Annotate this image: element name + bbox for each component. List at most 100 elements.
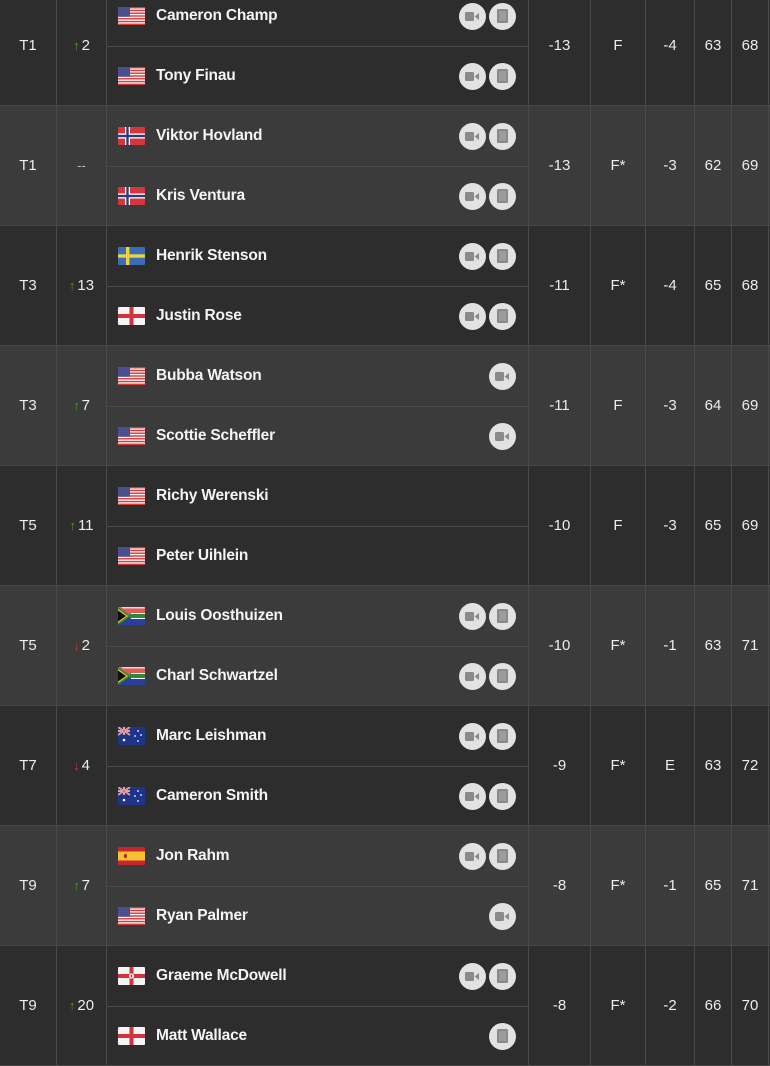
movement: ↑ 7: [57, 346, 107, 465]
player-row[interactable]: Kris Ventura: [107, 166, 528, 225]
player-row[interactable]: Peter Uihlein: [107, 526, 528, 585]
video-icon: [495, 371, 510, 382]
thru: F: [591, 346, 646, 465]
watch-video-button[interactable]: [459, 662, 486, 690]
player-row[interactable]: Louis Oosthuizen: [107, 586, 528, 646]
player-name[interactable]: Louis Oosthuizen: [156, 607, 459, 625]
watch-video-button[interactable]: [459, 122, 486, 150]
player-row[interactable]: Matt Wallace: [107, 1006, 528, 1065]
player-name[interactable]: Matt Wallace: [156, 1027, 489, 1045]
watch-video-button[interactable]: [489, 902, 516, 930]
scorecard-button[interactable]: [489, 842, 516, 870]
player-name[interactable]: Scottie Scheffler: [156, 427, 489, 445]
team-row[interactable]: T1 -- Viktor Hovland Kris Ventura -13 F* …: [0, 106, 770, 226]
player-name[interactable]: Marc Leishman: [156, 727, 459, 745]
watch-video-button[interactable]: [459, 302, 486, 330]
scorecard-button[interactable]: [489, 662, 516, 690]
player-row[interactable]: Cameron Smith: [107, 766, 528, 825]
watch-video-button[interactable]: [459, 62, 486, 90]
today-text: -3: [663, 157, 677, 174]
round-2-score: 72: [732, 706, 769, 825]
player-row[interactable]: Henrik Stenson: [107, 226, 528, 286]
movement-indicator: --: [77, 158, 86, 173]
player-name[interactable]: Henrik Stenson: [156, 247, 459, 265]
watch-video-button[interactable]: [459, 842, 486, 870]
scorecard-button[interactable]: [489, 122, 516, 150]
position: T5: [0, 586, 57, 705]
scorecard-button[interactable]: [489, 1022, 516, 1050]
scorecard-button[interactable]: [489, 782, 516, 810]
player-row[interactable]: Graeme McDowell: [107, 946, 528, 1006]
player-name[interactable]: Cameron Champ: [156, 7, 459, 25]
player-name[interactable]: Cameron Smith: [156, 787, 459, 805]
player-row[interactable]: Marc Leishman: [107, 706, 528, 766]
usa-flag-icon: [118, 907, 145, 925]
position-text: T7: [19, 757, 37, 774]
watch-video-button[interactable]: [459, 242, 486, 270]
team-row[interactable]: T9 ↑ 7 Jon Rahm Ryan Palmer -8 F* -1 65 71: [0, 826, 770, 946]
team-row[interactable]: T3 ↑ 13 Henrik Stenson Justin Rose -11 F* …: [0, 226, 770, 346]
player-name[interactable]: Viktor Hovland: [156, 127, 459, 145]
movement-value: 11: [77, 517, 94, 534]
watch-video-button[interactable]: [459, 602, 486, 630]
usa-flag-icon: [118, 367, 145, 385]
scorecard-button[interactable]: [489, 962, 516, 990]
today-score: E: [646, 706, 695, 825]
player-row[interactable]: Richy Werenski: [107, 466, 528, 526]
team-row[interactable]: T9 ↑ 20 Graeme McDowell Matt Wallace -8 F*…: [0, 946, 770, 1066]
player-row[interactable]: Tony Finau: [107, 46, 528, 105]
watch-video-button[interactable]: [459, 182, 486, 210]
round-1-score: 65: [695, 226, 732, 345]
player-name[interactable]: Charl Schwartzel: [156, 667, 459, 685]
player-name[interactable]: Tony Finau: [156, 67, 459, 85]
player-row[interactable]: Ryan Palmer: [107, 886, 528, 945]
player-name[interactable]: Richy Werenski: [156, 487, 516, 505]
player-name[interactable]: Bubba Watson: [156, 367, 489, 385]
player-row[interactable]: Viktor Hovland: [107, 106, 528, 166]
team-row[interactable]: T5 ↑ 11 Richy Werenski Peter Uihlein -10 F…: [0, 466, 770, 586]
r1-text: 66: [704, 997, 722, 1014]
r1-text: 64: [704, 397, 722, 414]
watch-video-button[interactable]: [459, 782, 486, 810]
player-name[interactable]: Justin Rose: [156, 307, 459, 325]
player-row[interactable]: Bubba Watson: [107, 346, 528, 406]
watch-video-button[interactable]: [459, 2, 486, 30]
player-row[interactable]: Charl Schwartzel: [107, 646, 528, 705]
watch-video-button[interactable]: [459, 722, 486, 750]
scorecard-button[interactable]: [489, 242, 516, 270]
video-icon: [465, 791, 480, 802]
team-row[interactable]: T7 ↓ 4 Marc Leishman Cameron Smith -9 F* E…: [0, 706, 770, 826]
player-row[interactable]: Justin Rose: [107, 286, 528, 345]
team-row[interactable]: T1 ↑ 2 Cameron Champ Tony Finau -13 F -4 6…: [0, 0, 770, 106]
round-2-score: 71: [732, 826, 769, 945]
team-row[interactable]: T3 ↑ 7 Bubba Watson Scottie Scheffler -11 …: [0, 346, 770, 466]
player-actions: [459, 242, 516, 270]
watch-video-button[interactable]: [459, 962, 486, 990]
england-flag-icon: [118, 1027, 145, 1045]
scorecard-button[interactable]: [489, 602, 516, 630]
scorecard-button[interactable]: [489, 302, 516, 330]
player-name[interactable]: Ryan Palmer: [156, 907, 489, 925]
player-row[interactable]: Jon Rahm: [107, 826, 528, 886]
norway-flag-icon: [118, 187, 145, 205]
position: T9: [0, 946, 57, 1065]
player-row[interactable]: Scottie Scheffler: [107, 406, 528, 465]
total-score: -11: [529, 346, 591, 465]
scorecard-button[interactable]: [489, 182, 516, 210]
watch-video-button[interactable]: [489, 362, 516, 390]
player-name[interactable]: Jon Rahm: [156, 847, 459, 865]
player-name[interactable]: Kris Ventura: [156, 187, 459, 205]
team-row[interactable]: T5 ↓ 2 Louis Oosthuizen Charl Schwartzel -…: [0, 586, 770, 706]
player-name[interactable]: Graeme McDowell: [156, 967, 459, 985]
player-name[interactable]: Peter Uihlein: [156, 547, 516, 565]
scorecard-button[interactable]: [489, 722, 516, 750]
position-text: T3: [19, 277, 37, 294]
movement: ↑ 7: [57, 826, 107, 945]
arrow-up-icon: ↑: [69, 518, 76, 533]
scorecard-button[interactable]: [489, 2, 516, 30]
r2-text: 71: [741, 637, 759, 654]
player-row[interactable]: Cameron Champ: [107, 0, 528, 46]
scorecard-button[interactable]: [489, 62, 516, 90]
today-text: -2: [663, 997, 677, 1014]
watch-video-button[interactable]: [489, 422, 516, 450]
